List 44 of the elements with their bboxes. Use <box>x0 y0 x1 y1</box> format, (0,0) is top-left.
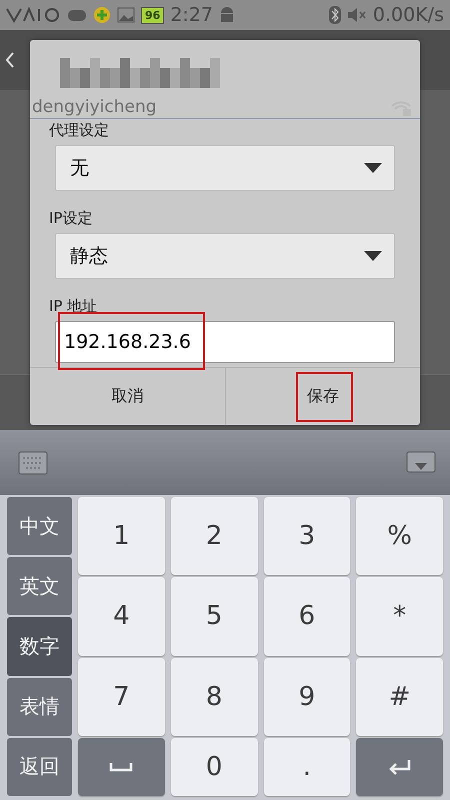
key[interactable]: 5 <box>170 577 258 656</box>
mode-key[interactable]: 中文 <box>7 497 72 556</box>
mode-key[interactable]: 英文 <box>7 557 72 616</box>
caret-icon <box>364 163 382 174</box>
mute-icon <box>346 7 367 23</box>
key[interactable]: 0 <box>170 738 258 796</box>
dropdown[interactable]: 无 <box>55 145 395 192</box>
mode-key[interactable]: 表情 <box>7 678 72 736</box>
dropdown[interactable]: 静态 <box>55 233 395 280</box>
key[interactable]: % <box>356 497 443 576</box>
key[interactable]: 6 <box>264 577 350 656</box>
network-name: dengyiyicheng <box>32 98 157 116</box>
key[interactable]: # <box>356 658 443 736</box>
key[interactable]: 9 <box>264 658 350 736</box>
space-icon <box>109 762 134 772</box>
back-icon <box>4 51 16 69</box>
keyboard-icon <box>18 450 48 474</box>
key[interactable]: 7 <box>78 658 165 736</box>
enter-key[interactable] <box>356 738 443 796</box>
shield-icon <box>93 6 111 24</box>
key[interactable]: 8 <box>170 658 258 736</box>
field-label: IP设定 <box>49 209 94 228</box>
dialog-button[interactable]: 取消 <box>30 368 224 425</box>
clock: 2:27 <box>170 4 213 26</box>
battery-level: 96 <box>141 6 164 24</box>
caret-icon <box>364 251 382 262</box>
enter-icon <box>386 758 413 776</box>
image-icon <box>117 7 135 23</box>
dialog-button[interactable]: 保存 <box>224 368 420 425</box>
logo-icon <box>6 7 61 23</box>
key[interactable]: 3 <box>264 497 350 576</box>
field-label: 代理设定 <box>49 121 110 140</box>
key[interactable]: 1 <box>78 497 165 576</box>
key[interactable]: 2 <box>170 497 258 576</box>
hide-keyboard-icon <box>406 450 436 474</box>
space-key[interactable] <box>78 738 165 796</box>
mode-key[interactable]: 返回 <box>7 738 72 796</box>
network-speed: 0.00K/s <box>372 4 444 26</box>
ip-address-field[interactable]: 192.168.23.6 <box>55 321 395 364</box>
key[interactable]: 4 <box>78 577 165 656</box>
key[interactable]: . <box>264 738 350 796</box>
key[interactable]: * <box>356 577 443 656</box>
bluetooth-icon <box>328 6 341 24</box>
mode-key[interactable]: 数字 <box>7 617 72 676</box>
